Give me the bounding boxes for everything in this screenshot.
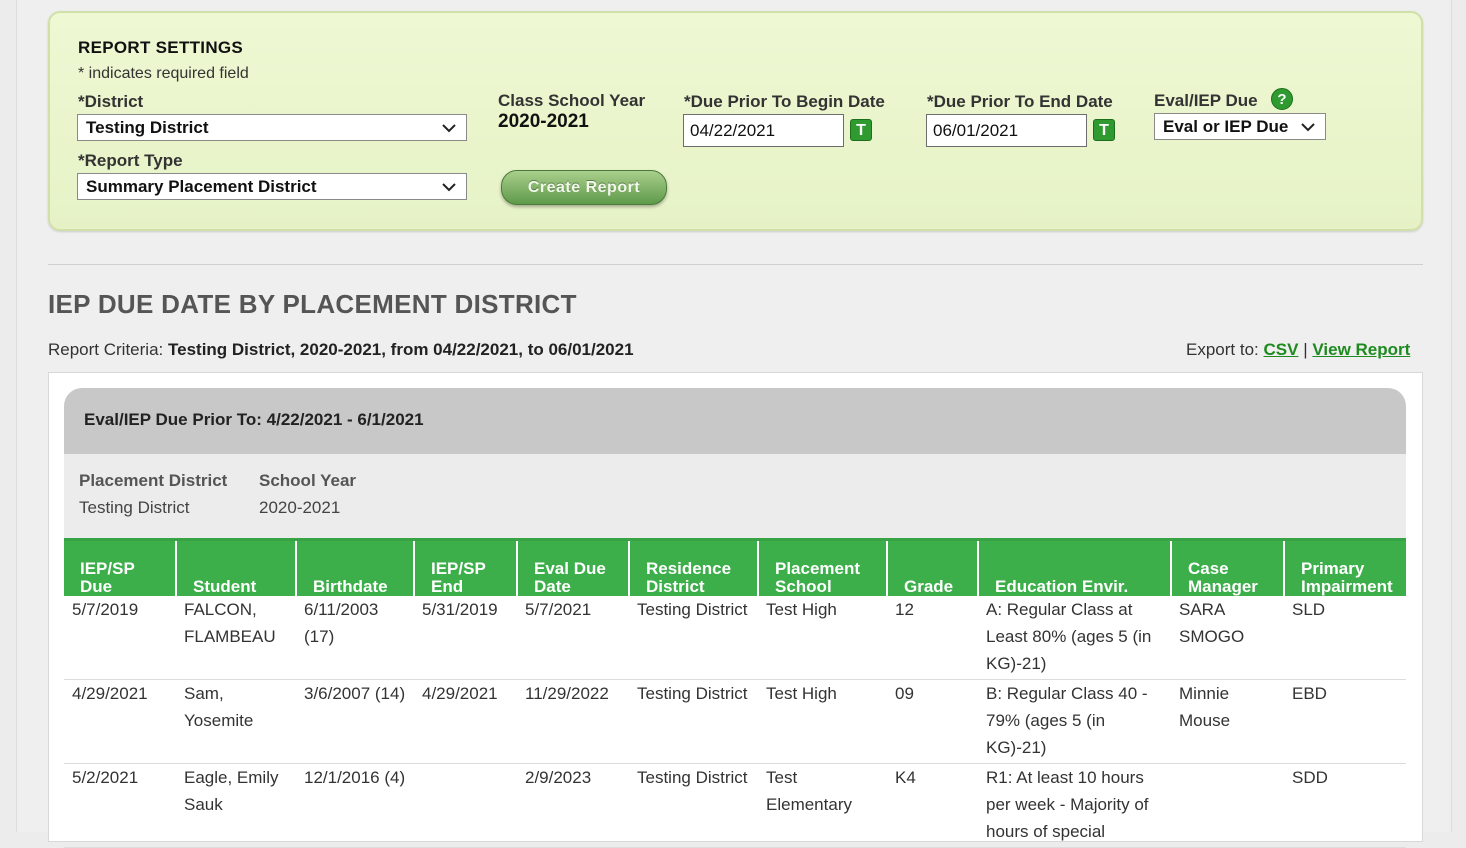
table-cell: Test High <box>758 595 887 680</box>
required-note: * indicates required field <box>78 65 249 82</box>
col-case-manager[interactable]: Case Manager <box>1170 538 1284 596</box>
begin-date-input[interactable]: 04/22/2021 <box>683 114 844 147</box>
settings-title: REPORT SETTINGS <box>78 38 244 57</box>
table-cell: 5/7/2021 <box>517 595 629 680</box>
chevron-down-icon <box>1301 122 1315 131</box>
eval-due-select-value: Eval or IEP Due <box>1163 116 1289 136</box>
placement-district-value: Testing District <box>79 498 190 517</box>
table-cell: 5/7/2019 <box>64 595 176 680</box>
district-label: *District <box>78 92 144 111</box>
export-label: Export to: <box>1186 340 1259 359</box>
district-select[interactable]: Testing District <box>77 114 467 141</box>
section-divider <box>48 264 1423 265</box>
table-cell: B: Regular Class 40 - 79% (ages 5 (in KG… <box>978 679 1171 764</box>
table-cell: 09 <box>887 679 978 764</box>
table-cell <box>414 763 517 848</box>
table-cell: Sam, Yosemite <box>176 679 296 764</box>
eval-due-select[interactable]: Eval or IEP Due <box>1154 113 1326 140</box>
table-cell: Testing District <box>629 595 758 680</box>
table-cell: 4/29/2021 <box>414 679 517 764</box>
table-cell: SLD <box>1284 595 1406 680</box>
help-icon[interactable]: ? <box>1271 88 1293 110</box>
col-student[interactable]: Student <box>175 538 296 596</box>
table-cell: R1: At least 10 hours per week - Majorit… <box>978 763 1171 848</box>
table-cell: Test High <box>758 679 887 764</box>
table-cell: K4 <box>887 763 978 848</box>
table-cell: Eagle, Emily Sauk <box>176 763 296 848</box>
create-report-button[interactable]: Create Report <box>501 170 667 205</box>
table-cell: 6/11/2003 (17) <box>296 595 414 680</box>
table-cell <box>1171 763 1284 848</box>
col-iep-sp-due[interactable]: IEP/SP Due <box>64 538 176 596</box>
table-cell: SDD <box>1284 763 1406 848</box>
table-row: 5/2/2021 Eagle, Emily Sauk 12/1/2016 (4)… <box>64 763 1406 848</box>
export-csv-link[interactable]: CSV <box>1264 340 1299 359</box>
table-cell: EBD <box>1284 679 1406 764</box>
table-cell: 11/29/2022 <box>517 679 629 764</box>
chevron-down-icon <box>442 123 456 132</box>
end-date-label: *Due Prior To End Date <box>927 92 1113 111</box>
table-cell: Test Elementary <box>758 763 887 848</box>
table-cell: 12 <box>887 595 978 680</box>
report-type-select[interactable]: Summary Placement District <box>77 173 467 200</box>
table-cell: Testing District <box>629 763 758 848</box>
col-grade[interactable]: Grade <box>886 538 978 596</box>
district-select-value: Testing District <box>86 117 209 137</box>
table-cell: FALCON, FLAMBEAU <box>176 595 296 680</box>
report-type-label: *Report Type <box>78 151 183 170</box>
view-report-link[interactable]: View Report <box>1312 340 1410 359</box>
school-year-label: School Year <box>259 471 357 490</box>
today-button-end[interactable]: T <box>1093 119 1115 141</box>
criteria-label: Report Criteria: <box>48 340 164 359</box>
criteria-value: Testing District, 2020-2021, from 04/22/… <box>168 340 634 359</box>
table-cell: 2/9/2023 <box>517 763 629 848</box>
table-cell: 4/29/2021 <box>64 679 176 764</box>
col-education-envir[interactable]: Education Envir. <box>977 538 1171 596</box>
col-eval-due-date[interactable]: Eval Due Date <box>516 538 629 596</box>
eval-due-label: Eval/IEP Due <box>1154 91 1258 110</box>
school-year-value: 2020-2021 <box>259 498 341 517</box>
end-date-input[interactable]: 06/01/2021 <box>926 114 1087 147</box>
group-info: Placement District Testing District Scho… <box>64 454 1406 538</box>
export-links: Export to: CSV | View Report <box>1186 340 1410 360</box>
table-row: 5/7/2019 FALCON, FLAMBEAU 6/11/2003 (17)… <box>64 595 1406 680</box>
table-cell: A: Regular Class at Least 80% (ages 5 (i… <box>978 595 1171 680</box>
report-criteria: Report Criteria: Testing District, 2020-… <box>48 340 634 360</box>
today-button-begin[interactable]: T <box>850 119 872 141</box>
table-cell: 12/1/2016 (4) <box>296 763 414 848</box>
table-row: 4/29/2021 Sam, Yosemite 3/6/2007 (14) 4/… <box>64 679 1406 764</box>
col-birthdate[interactable]: Birthdate <box>295 538 414 596</box>
table-header-row: IEP/SP Due Student Birthdate IEP/SP End … <box>64 538 1406 596</box>
report-type-select-value: Summary Placement District <box>86 176 317 196</box>
report-title: IEP DUE DATE BY PLACEMENT DISTRICT <box>48 289 577 319</box>
table-cell: SARA SMOGO <box>1171 595 1284 680</box>
col-placement-school[interactable]: Placement School <box>757 538 887 596</box>
class-year-value: 2020-2021 <box>498 111 589 132</box>
placement-district-label: Placement District <box>79 471 228 490</box>
table-cell: 3/6/2007 (14) <box>296 679 414 764</box>
table-cell: Testing District <box>629 679 758 764</box>
col-residence-district[interactable]: Residence District <box>628 538 758 596</box>
group-header: Eval/IEP Due Prior To: 4/22/2021 - 6/1/2… <box>64 388 1406 454</box>
chevron-down-icon <box>442 182 456 191</box>
table-cell: 5/31/2019 <box>414 595 517 680</box>
col-iep-sp-end[interactable]: IEP/SP End <box>413 538 517 596</box>
begin-date-label: *Due Prior To Begin Date <box>684 92 885 111</box>
export-separator: | <box>1303 340 1308 359</box>
table-cell: 5/2/2021 <box>64 763 176 848</box>
report-settings-panel: REPORT SETTINGS * indicates required fie… <box>48 11 1423 231</box>
report-table: IEP/SP Due Student Birthdate IEP/SP End … <box>64 538 1406 848</box>
col-primary-impairment[interactable]: Primary Impairment <box>1283 538 1406 596</box>
table-cell: Minnie Mouse <box>1171 679 1284 764</box>
class-year-label: Class School Year <box>498 91 646 110</box>
